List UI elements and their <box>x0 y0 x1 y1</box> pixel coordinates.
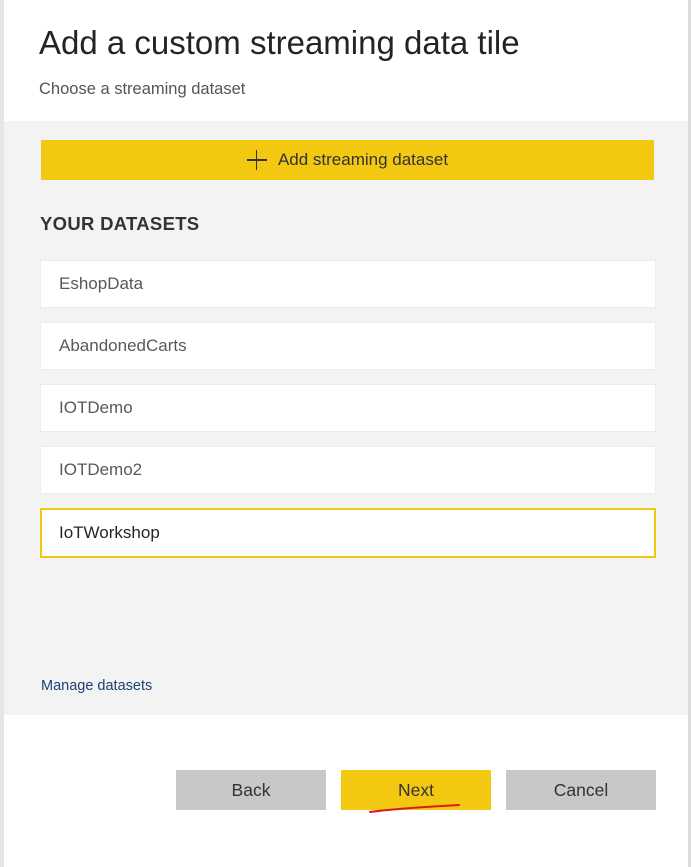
manage-datasets-link[interactable]: Manage datasets <box>41 678 152 694</box>
your-datasets-heading: YOUR DATASETS <box>40 213 200 234</box>
red-underline-annotation <box>369 804 460 813</box>
dialog-title: Add a custom streaming data tile <box>39 24 520 61</box>
dataset-item-label: EshopData <box>59 274 144 293</box>
dataset-item-iotdemo[interactable]: IOTDemo <box>40 384 656 432</box>
dialog-subtitle: Choose a streaming dataset <box>39 80 246 98</box>
dataset-item-label: IOTDemo2 <box>59 460 143 479</box>
add-streaming-dataset-button[interactable]: Add streaming dataset <box>41 140 654 180</box>
dataset-item-eshopdata[interactable]: EshopData <box>40 260 656 308</box>
dataset-item-label: IOTDemo <box>59 398 133 417</box>
dialog-footer: Back Next Cancel <box>4 715 688 867</box>
dataset-item-label: IoTWorkshop <box>59 523 160 542</box>
dataset-item-label: AbandonedCarts <box>59 336 187 355</box>
plus-icon <box>246 150 267 170</box>
dataset-item-iotdemo2[interactable]: IOTDemo2 <box>40 446 656 494</box>
streaming-tile-dialog: Add a custom streaming data tile Choose … <box>0 0 691 867</box>
dataset-panel: Add streaming dataset YOUR DATASETS Esho… <box>4 121 688 715</box>
back-button[interactable]: Back <box>176 770 326 810</box>
cancel-button[interactable]: Cancel <box>506 770 656 810</box>
dataset-list: EshopData AbandonedCarts IOTDemo IOTDemo… <box>40 260 656 572</box>
add-streaming-dataset-label: Add streaming dataset <box>277 150 449 169</box>
dataset-item-abandonedcarts[interactable]: AbandonedCarts <box>40 322 656 370</box>
dataset-item-iotworkshop-selected[interactable]: IoTWorkshop <box>40 508 656 558</box>
dialog-header: Add a custom streaming data tile Choose … <box>4 0 688 121</box>
